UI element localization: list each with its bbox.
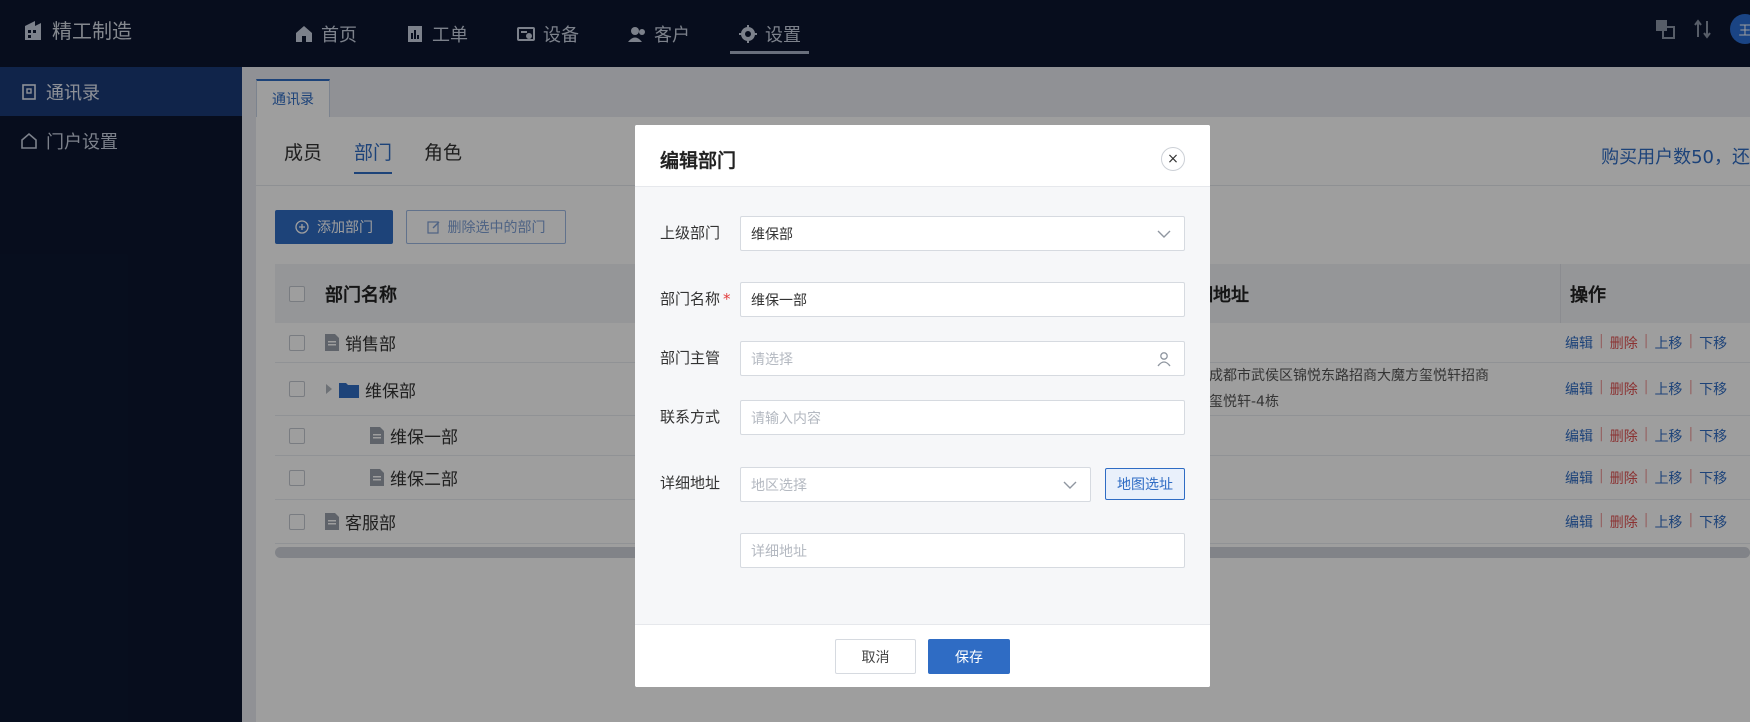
department-name-input[interactable]: 维保一部 xyxy=(740,282,1185,317)
edit-department-dialog: 编辑部门 × 上级部门 维保部 部门名称 * 维保一部 部门主管 请选择 联系方式… xyxy=(635,125,1210,687)
department-name-label-text: 部门名称 xyxy=(660,290,721,308)
manager-select[interactable]: 请选择 xyxy=(740,341,1185,376)
dialog-footer: 取消 保存 xyxy=(635,624,1210,687)
map-select-button[interactable]: 地图选址 xyxy=(1105,468,1185,500)
detail-address-input[interactable]: 详细地址 xyxy=(740,533,1185,568)
chevron-down-icon xyxy=(1157,230,1171,238)
region-placeholder: 地区选择 xyxy=(751,477,807,494)
detail-address-placeholder: 详细地址 xyxy=(751,543,807,560)
department-name-label: 部门名称 * xyxy=(660,288,731,309)
contact-input[interactable]: 请输入内容 xyxy=(740,400,1185,435)
parent-department-value: 维保部 xyxy=(751,226,793,243)
manager-label: 部门主管 xyxy=(660,349,721,367)
contact-placeholder: 请输入内容 xyxy=(751,410,821,427)
address-label: 详细地址 xyxy=(660,474,721,492)
dialog-title: 编辑部门 xyxy=(660,150,737,172)
required-mark: * xyxy=(723,290,731,308)
user-icon xyxy=(1157,352,1171,367)
dialog-header: 编辑部门 × xyxy=(635,125,1210,187)
contact-label: 联系方式 xyxy=(660,408,721,426)
parent-department-label: 上级部门 xyxy=(660,224,721,242)
chevron-down-icon xyxy=(1063,481,1077,489)
manager-placeholder: 请选择 xyxy=(751,351,793,368)
save-button[interactable]: 保存 xyxy=(928,639,1010,674)
close-icon: × xyxy=(1167,151,1179,167)
close-button[interactable]: × xyxy=(1161,147,1185,171)
department-name-value: 维保一部 xyxy=(751,292,807,309)
cancel-button[interactable]: 取消 xyxy=(835,639,916,674)
parent-department-select[interactable]: 维保部 xyxy=(740,216,1185,251)
region-select[interactable]: 地区选择 xyxy=(740,467,1091,502)
